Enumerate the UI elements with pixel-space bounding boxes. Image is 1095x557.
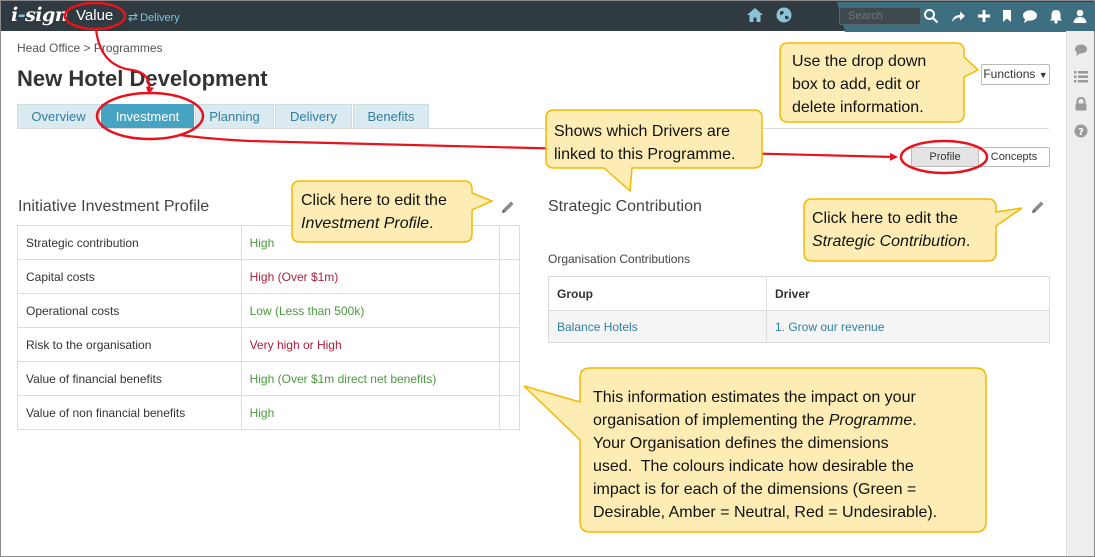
callout-line: impact is for each of the dimensions (Gr… — [593, 481, 917, 498]
callout-emphasis: Investment Profile — [301, 215, 430, 232]
callout-emphasis: Strategic Contribution — [812, 233, 966, 250]
callout-line: Click here to edit the — [301, 192, 447, 209]
callout-emphasis: Programme — [828, 412, 913, 429]
callout-line: linked to this Programme. — [554, 146, 736, 163]
callout-line: This information estimates the impact on… — [593, 389, 916, 406]
callout-edit-strategic-text: Click here to edit the Strategic Contrib… — [812, 207, 970, 253]
callout-line: Your Organisation defines the dimensions — [593, 435, 889, 452]
investment-highlight-ellipse — [95, 91, 205, 141]
callout-edit-investment-text: Click here to edit the Investment Profil… — [301, 189, 447, 235]
callout-line: Strategic Contribution. — [812, 230, 970, 253]
profile-highlight-ellipse — [899, 139, 989, 175]
callout-line: Click here to edit the — [812, 210, 958, 227]
callout-information-text: This information estimates the impact on… — [593, 386, 937, 524]
callout-line: Shows which Drivers are — [554, 123, 731, 140]
callout-punctuation: . — [965, 233, 971, 250]
callout-fragment: organisation of implementing the — [593, 412, 829, 429]
callout-line: used. The colours indicate how desirable… — [593, 458, 914, 475]
investment-to-profile-arrow — [179, 133, 898, 161]
callout-line: box to add, edit or — [792, 76, 921, 93]
callout-line: organisation of implementing the Program… — [593, 409, 937, 432]
callout-line: delete information. — [792, 99, 924, 116]
callout-drivers-text: Shows which Drivers are linked to this P… — [554, 120, 735, 166]
callout-punctuation: . — [429, 215, 434, 232]
value-to-investment-arrow — [94, 28, 154, 95]
value-highlight-ellipse — [63, 1, 127, 31]
callout-line: Investment Profile. — [301, 212, 447, 235]
callout-functions-text: Use the drop down box to add, edit or de… — [792, 50, 926, 119]
callout-line: Use the drop down — [792, 53, 927, 70]
callout-punctuation: . — [912, 412, 917, 429]
callout-line: Desirable, Amber = Neutral, Red = Undesi… — [593, 504, 938, 521]
